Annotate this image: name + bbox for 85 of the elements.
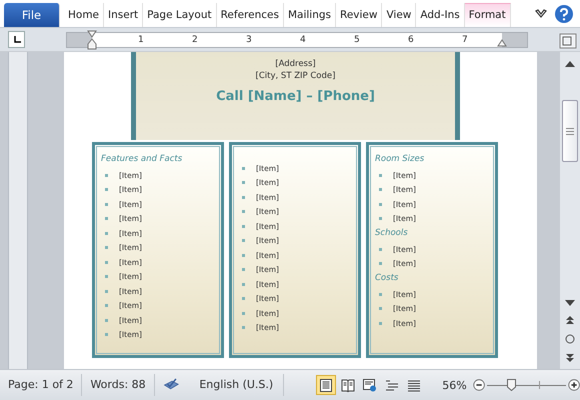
city-text: [City, ST ZIP Code]: [254, 70, 336, 82]
print-view-button[interactable]: [316, 375, 336, 395]
bullet-icon: [379, 188, 382, 192]
bullet-icon: [242, 181, 245, 184]
bullet-icon: [242, 297, 245, 300]
bullet-icon: [379, 292, 382, 296]
tab-selector[interactable]: [8, 31, 25, 48]
ribbon-tab[interactable]: References: [216, 2, 284, 26]
ribbon-collapse-icon[interactable]: [534, 8, 548, 20]
bullet-icon: [242, 239, 245, 242]
section-heading: Schools: [375, 228, 409, 238]
ribbon-tab[interactable]: Insert: [104, 2, 144, 26]
bullet-icon: [379, 174, 382, 177]
bullet-icon: [105, 333, 108, 336]
bullet-icon: [242, 254, 245, 257]
previous-page-icon[interactable]: [565, 316, 575, 324]
bullet-icon: [379, 202, 382, 206]
zoom-out-icon[interactable]: [472, 377, 485, 393]
ribbon-tab[interactable]: Review: [336, 2, 382, 26]
bullet-icon: [105, 290, 108, 293]
call-heading: Call [Name] – [Phone]: [215, 89, 376, 104]
scroll-up-icon[interactable]: [565, 61, 575, 67]
bullet-icon: [105, 188, 108, 192]
bullet-icon: [105, 174, 108, 177]
bullet-icon: [105, 275, 108, 278]
bullet-icon: [242, 166, 245, 170]
bullet-icon: [105, 217, 108, 220]
file-tab[interactable]: File: [4, 2, 60, 26]
horizontal-ruler[interactable]: 1 2 3 4 5 6 7: [66, 32, 528, 48]
section-heading: Costs: [375, 273, 400, 283]
ruler-number: 7: [462, 34, 468, 46]
address-text: [Address]: [274, 58, 317, 70]
ruler-number: 3: [246, 34, 252, 46]
zoom-level[interactable]: 56%: [442, 378, 467, 392]
bullet-icon: [379, 307, 382, 310]
bullet-icon: [242, 210, 245, 214]
bullet-icon: [242, 268, 245, 272]
ribbon-tab[interactable]: Format: [464, 2, 511, 26]
print-view-icon: [319, 378, 334, 392]
bullet-icon: [379, 248, 382, 251]
bullet-icon: [105, 260, 108, 264]
bullet-icon: [105, 202, 108, 206]
right-indent-icon[interactable]: [497, 38, 507, 46]
bullet-icon: [379, 262, 382, 266]
word-count[interactable]: Words: 88: [82, 374, 155, 396]
indent-marker-icon[interactable]: [87, 30, 97, 50]
ribbon-tab[interactable]: Home: [64, 2, 104, 26]
bullet-icon: [242, 312, 245, 315]
bullet-icon: [105, 246, 108, 250]
ruler-number: 1: [138, 34, 144, 46]
section-heading: Room Sizes: [375, 154, 426, 164]
ribbon-tab[interactable]: View: [382, 2, 416, 26]
draft-view-icon: [407, 378, 422, 392]
ruler-number: 2: [192, 34, 198, 46]
zoom-in-icon[interactable]: [568, 377, 580, 393]
bullet-icon: [105, 232, 108, 235]
zoom-slider-thumb[interactable]: [506, 379, 516, 391]
bullet-icon: [242, 282, 245, 286]
scroll-thumb[interactable]: [562, 100, 578, 162]
bullet-icon: [379, 217, 382, 220]
language-status[interactable]: English (U.S.): [191, 374, 284, 396]
ribbon-tab[interactable]: Page Layout: [143, 2, 217, 26]
bullet-icon: [242, 224, 245, 228]
page-count[interactable]: Page: 1 of 2: [0, 374, 82, 396]
left-tab-icon: [12, 36, 20, 44]
browse-object-icon[interactable]: [565, 334, 575, 344]
bullet-icon: [379, 322, 382, 325]
outline-view-icon: [385, 378, 400, 392]
ruler-number: 6: [408, 34, 414, 46]
ruler-number: 4: [300, 34, 306, 46]
bullet-icon: [105, 318, 108, 322]
view-ruler-icon[interactable]: [559, 30, 577, 48]
bullet-icon: [105, 304, 108, 308]
bullet-icon: [242, 326, 245, 330]
next-page-icon[interactable]: [565, 354, 575, 362]
reading-view-icon: [341, 378, 356, 392]
help-icon[interactable]: [554, 4, 574, 24]
ribbon-tab[interactable]: Mailings: [284, 2, 336, 26]
section-heading: Features and Facts: [101, 154, 184, 164]
vertical-scrollbar[interactable]: [560, 52, 580, 369]
scroll-down-icon[interactable]: [565, 300, 575, 306]
web-view-icon: [363, 378, 378, 392]
bullet-icon: [242, 196, 245, 199]
zoom-slider[interactable]: [486, 378, 566, 392]
ruler-number: 5: [354, 34, 360, 46]
